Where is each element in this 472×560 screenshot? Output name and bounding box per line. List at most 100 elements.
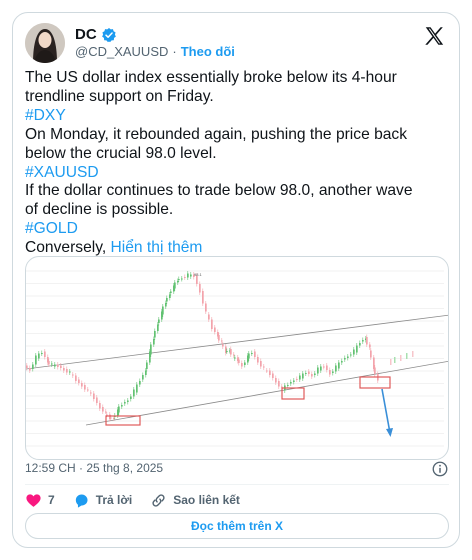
heart-icon — [26, 493, 41, 507]
tweet-line: On Monday, it rebounded again, pushing t… — [25, 125, 408, 143]
x-logo-icon[interactable] — [423, 25, 445, 47]
candle-body — [157, 324, 159, 331]
candle-body — [169, 294, 171, 298]
handle[interactable]: @CD_XAUUSD — [75, 44, 168, 59]
candle-body — [60, 365, 62, 368]
candle-body — [211, 319, 213, 329]
candle-body — [394, 357, 396, 363]
candle-body — [136, 384, 138, 393]
info-icon[interactable] — [431, 460, 449, 478]
tweet-line: If the dollar continues to trade below 9… — [25, 182, 413, 200]
copy-link-button[interactable]: Sao liên kết — [150, 492, 240, 509]
candle-body — [317, 367, 319, 374]
candle-body — [139, 381, 141, 385]
candle-body — [269, 370, 271, 375]
candle-body — [412, 351, 414, 357]
candle-body — [275, 378, 277, 383]
candle-body — [373, 357, 375, 369]
reply-label: Trả lời — [95, 493, 133, 507]
candle-body — [205, 303, 207, 312]
candle-body — [311, 374, 313, 377]
candle-body — [29, 368, 31, 371]
candle-body — [127, 400, 129, 402]
candle-body — [133, 389, 135, 397]
candle-body — [118, 406, 120, 413]
candle-body — [165, 303, 167, 307]
candle-body — [332, 371, 334, 373]
candle-body — [170, 291, 172, 293]
timestamp[interactable]: 12:59 CH · 25 thg 8, 2025 — [25, 461, 163, 475]
candle-body — [272, 373, 274, 378]
candle-body — [314, 373, 316, 375]
candle-body — [174, 282, 176, 289]
candle-body — [244, 362, 246, 365]
hashtag-xauusd[interactable]: #XAUUSD — [25, 164, 449, 183]
like-count: 7 — [48, 493, 55, 507]
hashtag-gold[interactable]: #GOLD — [25, 220, 449, 239]
candle-body — [356, 345, 358, 353]
chart-image[interactable]: 98.1 — [25, 256, 449, 460]
candle-body — [63, 368, 65, 371]
candle-body — [323, 366, 325, 368]
read-more-button[interactable]: Đọc thêm trên X — [25, 513, 449, 539]
candle-body — [329, 370, 331, 375]
candle-body — [87, 389, 89, 391]
tweet-card[interactable]: DC @CD_XAUUSD · Theo dõi The US dollar i… — [12, 12, 460, 548]
candle-body — [154, 331, 156, 338]
reply-button[interactable]: Trả lời — [73, 492, 133, 509]
candle-body — [38, 353, 40, 359]
candle-body — [181, 278, 183, 280]
candle-body — [99, 403, 101, 409]
hashtag-dxy[interactable]: #DXY — [25, 107, 449, 126]
candle-body — [84, 385, 86, 390]
separator: · — [172, 44, 177, 59]
candle-body — [257, 357, 259, 363]
show-more-link[interactable]: Hiển thị thêm — [111, 239, 203, 256]
candle-body — [347, 356, 349, 358]
candle-body — [105, 411, 107, 413]
candle-body — [72, 374, 74, 376]
avatar[interactable] — [25, 23, 65, 63]
candle-body — [66, 369, 68, 373]
candle-body — [78, 379, 80, 383]
candle-body — [366, 337, 368, 345]
candle-body — [338, 362, 340, 369]
candle-body — [69, 371, 71, 373]
candle-body — [230, 349, 232, 355]
candle-body — [335, 365, 337, 372]
follow-button[interactable]: Theo dõi — [181, 44, 235, 59]
candle-body — [308, 371, 310, 374]
avatar-image — [25, 23, 65, 63]
candle-body — [54, 364, 56, 367]
candle-body — [390, 359, 392, 365]
candle-body — [153, 339, 155, 345]
candle-body — [130, 396, 132, 399]
candle-body — [202, 291, 204, 304]
candle-body — [75, 375, 77, 381]
candle-body — [263, 366, 265, 368]
candle-body — [299, 375, 301, 380]
like-button[interactable]: 7 — [25, 492, 55, 509]
candle-body — [281, 386, 283, 388]
candle-body — [57, 364, 59, 367]
divider — [25, 484, 449, 485]
candle-body — [241, 363, 243, 367]
candle-body — [142, 375, 144, 380]
candle-body — [290, 382, 292, 384]
candle-body — [158, 319, 160, 323]
candle-body — [190, 274, 192, 277]
candle-body — [150, 344, 152, 355]
display-name[interactable]: DC — [75, 26, 97, 43]
candle-body — [102, 407, 104, 412]
candle-body — [208, 314, 210, 320]
candle-body — [162, 306, 164, 315]
candle-body — [218, 335, 220, 341]
candle-body — [302, 373, 304, 379]
candle-body — [353, 349, 355, 355]
tweet-line: The US dollar index essentially broke be… — [25, 69, 397, 86]
tweet-text: The US dollar index essentially broke be… — [25, 69, 449, 258]
tweet-line: below the crucial 98.0 level. — [25, 144, 217, 162]
candle-body — [370, 350, 372, 358]
candle-body — [266, 370, 268, 372]
candle-body — [93, 393, 95, 399]
